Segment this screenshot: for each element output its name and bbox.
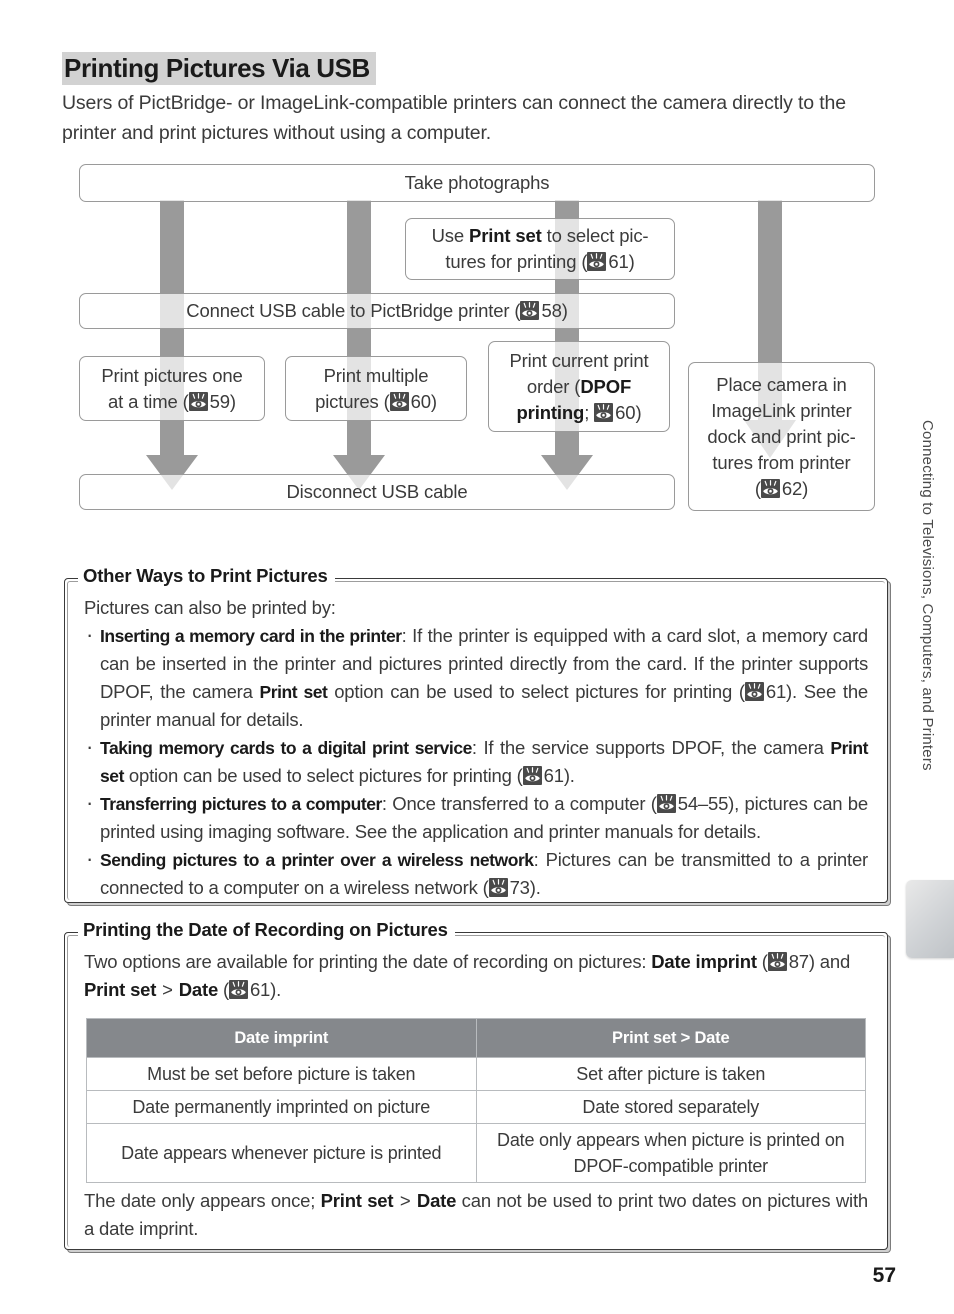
- flow-box-print-multiple: Print multiple pictures (60): [285, 356, 467, 421]
- reference-eye-icon: [744, 682, 764, 701]
- table-cell: Must be set before picture is taken: [86, 1057, 477, 1091]
- table-row: Must be set before picture is taken Set …: [86, 1057, 866, 1091]
- bullet-label: Transferring pictures to a computer: [100, 794, 382, 814]
- page-number: 57: [872, 1264, 896, 1287]
- flow-box-label: Take photographs: [404, 172, 550, 193]
- reference-eye-icon: [760, 478, 780, 498]
- reference-eye-icon: [188, 391, 208, 411]
- table-cell: Date appears whenever picture is printed: [86, 1123, 477, 1183]
- note-printing-date: Printing the Date of Recording on Pictur…: [64, 919, 888, 1250]
- note-other-ways-to-print: Other Ways to Print Pictures Pictures ca…: [64, 565, 888, 903]
- reference-eye-icon: [520, 301, 540, 320]
- side-tab-rule: [900, 880, 902, 958]
- table-cell: Date only appears when picture is printe…: [475, 1123, 866, 1183]
- mask-use-print-set: [405, 218, 675, 280]
- flow-box-place-camera-imagelink: Place camera in ImageLink printer dock and…: [688, 362, 875, 511]
- flow-box-label: Print pictures one at a time (59): [101, 364, 243, 412]
- mask-print-multiple: [285, 356, 467, 421]
- flow-box-label: Place camera in ImageLink printer dock and…: [707, 373, 856, 499]
- flow-box-print-one-at-a-time: Print pictures one at a time (59): [79, 356, 265, 421]
- mask-take-photographs: [79, 164, 875, 202]
- mask-print-order: [488, 341, 670, 432]
- list-item: Inserting a memory card in the printer: …: [84, 621, 868, 734]
- table-cell: Set after picture is taken: [475, 1057, 866, 1091]
- side-tab-text: Connecting to Televisions, Computers, an…: [919, 420, 936, 771]
- side-tab-marker: [906, 880, 954, 958]
- mask-connect-usb: [79, 293, 675, 329]
- reference-eye-icon: [594, 402, 614, 422]
- flow-box-label: Connect USB cable to PictBridge printer …: [186, 300, 568, 321]
- reference-eye-icon: [767, 952, 787, 971]
- column-header-print-set-date: Print set > Date: [475, 1018, 866, 1058]
- reference-eye-icon: [587, 252, 607, 271]
- bullet-label: Taking memory cards to a digital print s…: [100, 738, 472, 758]
- note-closing: The date only appears once; Print set > …: [84, 1190, 868, 1239]
- reference-eye-icon: [656, 794, 676, 813]
- reference-eye-icon: [522, 766, 542, 785]
- reference-eye-icon: [389, 391, 409, 411]
- list-item: Transferring pictures to a computer: Onc…: [84, 789, 868, 846]
- other-ways-bullet-list: Inserting a memory card in the printer: …: [84, 621, 868, 902]
- flow-box-label: Print current print order (DPOF printing; …: [509, 349, 649, 423]
- note-body: Pictures can also be printed by: Inserti…: [64, 578, 888, 914]
- note-lead: Two options are available for printing t…: [84, 951, 851, 1000]
- reference-eye-icon: [228, 980, 248, 999]
- flow-box-label: Disconnect USB cable: [286, 481, 468, 502]
- mask-disconnect: [79, 474, 675, 510]
- column-header-date-imprint: Date imprint: [86, 1018, 477, 1058]
- table-row: Date appears whenever picture is printed…: [86, 1123, 866, 1183]
- table-row: Date permanently imprinted on picture Da…: [86, 1090, 866, 1124]
- mask-print-one: [79, 356, 265, 421]
- mask-imagelink: [688, 362, 875, 511]
- list-item: Taking memory cards to a digital print s…: [84, 733, 868, 790]
- flow-box-take-photographs: Take photographs: [79, 164, 875, 202]
- flow-box-use-print-set: Use Print set to select pic-tures for pr…: [405, 218, 675, 280]
- reference-eye-icon: [488, 878, 508, 897]
- date-comparison-table: Date imprint Print set > Date Must be se…: [86, 1018, 866, 1183]
- table-cell: Date permanently imprinted on picture: [86, 1090, 477, 1124]
- table-header-row: Date imprint Print set > Date: [86, 1018, 866, 1058]
- list-item: Sending pictures to a printer over a wir…: [84, 845, 868, 902]
- flow-box-disconnect-usb-cable: Disconnect USB cable: [79, 474, 675, 510]
- note-lead: Pictures can also be printed by:: [84, 597, 336, 618]
- comparison-table-wrap: Date imprint Print set > Date Must be se…: [84, 1018, 868, 1183]
- table-cell: Date stored separately: [475, 1090, 866, 1124]
- flow-box-label: Print multiple pictures (60): [315, 364, 437, 412]
- page-title-band: Printing Pictures Via USB: [62, 52, 882, 86]
- flow-box-label: Use Print set to select pic-tures for pr…: [431, 225, 649, 272]
- flow-box-connect-usb-cable: Connect USB cable to PictBridge printer …: [79, 293, 675, 329]
- bullet-label: Inserting a memory card in the printer: [100, 626, 402, 646]
- flow-box-print-current-order: Print current print order (DPOF printing; …: [488, 341, 670, 432]
- bullet-label: Sending pictures to a printer over a wir…: [100, 850, 534, 870]
- note-body: Two options are available for printing t…: [64, 932, 888, 1255]
- intro-paragraph: Users of PictBridge- or ImageLink-compat…: [62, 92, 846, 144]
- page-title: Printing Pictures Via USB: [62, 52, 376, 85]
